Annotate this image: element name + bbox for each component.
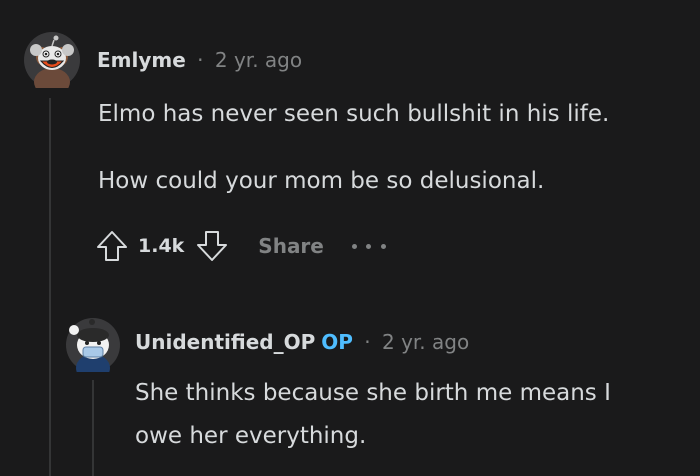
avatar-unidentified-op[interactable] — [66, 318, 120, 382]
timestamp[interactable]: 2 yr. ago — [382, 330, 469, 354]
more-dot — [366, 243, 372, 249]
avatar-emlyme[interactable] — [24, 32, 80, 96]
more-options-icon[interactable] — [351, 240, 386, 252]
comment-paragraph-1: Elmo has never seen such bullshit in his… — [98, 101, 610, 127]
share-button[interactable]: Share — [258, 234, 324, 258]
thread-line-reply[interactable] — [92, 380, 94, 476]
reply-line-1: She thinks because she birth me means I — [135, 380, 611, 406]
op-badge: OP — [321, 330, 353, 354]
separator: · — [364, 330, 371, 354]
thread-line-main[interactable] — [49, 98, 51, 476]
avatar-icon — [66, 318, 120, 382]
upvote-icon[interactable] — [94, 228, 130, 264]
timestamp[interactable]: 2 yr. ago — [215, 48, 302, 72]
username[interactable]: Unidentified_OP — [135, 330, 315, 354]
reply-line-2: owe her everything. — [135, 423, 367, 449]
avatar-icon — [24, 32, 80, 96]
username[interactable]: Emlyme — [97, 48, 186, 72]
separator: · — [197, 48, 204, 72]
more-dot — [351, 243, 357, 249]
more-dot — [380, 243, 386, 249]
comment-paragraph-2: How could your mom be so delusional. — [98, 168, 545, 194]
comment-meta: Emlyme · 2 yr. ago — [97, 48, 302, 72]
reply-meta: Unidentified_OP OP · 2 yr. ago — [135, 330, 469, 354]
comment-actions: 1.4k Share — [94, 226, 386, 266]
downvote-icon[interactable] — [194, 228, 230, 264]
vote-count: 1.4k — [138, 235, 185, 257]
